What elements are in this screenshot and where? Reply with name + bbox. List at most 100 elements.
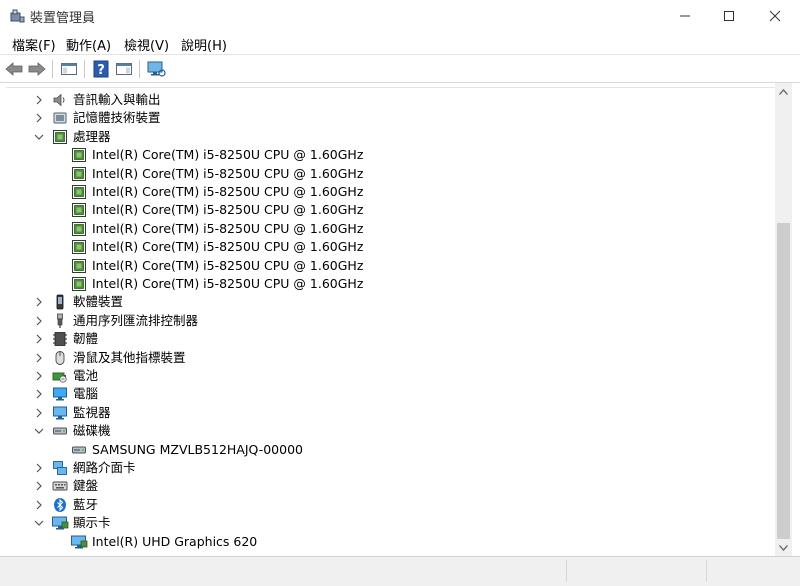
device-category[interactable]: 電腦 bbox=[33, 385, 98, 403]
device-category[interactable]: 韌體 bbox=[33, 330, 98, 348]
device-category[interactable]: 音訊輸入與輸出 bbox=[33, 91, 161, 109]
device-category[interactable]: 記憶體技術裝置 bbox=[33, 109, 161, 127]
device-category[interactable]: 電池 bbox=[33, 367, 98, 385]
action-pane-icon bbox=[116, 63, 132, 75]
scrollbar-thumb[interactable] bbox=[777, 223, 790, 539]
chevron-right-icon bbox=[36, 408, 42, 418]
device-category[interactable]: 磁碟機 bbox=[33, 422, 111, 440]
device-label: Intel(R) Core(TM) i5-8250U CPU @ 1.60GHz bbox=[92, 202, 364, 218]
menu-view[interactable]: 檢視(V) bbox=[120, 34, 173, 55]
processor-icon bbox=[70, 183, 88, 201]
close-button[interactable] bbox=[752, 0, 798, 32]
menu-file[interactable]: 檔案(F) bbox=[8, 34, 60, 55]
device-item[interactable]: Intel(R) Core(TM) i5-8250U CPU @ 1.60GHz bbox=[52, 146, 363, 164]
keyboard-icon bbox=[51, 477, 69, 495]
device-item[interactable]: Intel(R) Core(TM) i5-8250U CPU @ 1.60GHz bbox=[52, 201, 363, 219]
device-item[interactable]: Intel(R) UHD Graphics 620 bbox=[52, 533, 257, 551]
expand-toggle[interactable] bbox=[33, 91, 45, 109]
device-label: Intel(R) Core(TM) i5-8250U CPU @ 1.60GHz bbox=[92, 276, 364, 291]
device-label: 韌體 bbox=[73, 331, 99, 347]
device-item[interactable]: Intel(R) Core(TM) i5-8250U CPU @ 1.60GHz bbox=[52, 165, 363, 183]
device-item[interactable]: SAMSUNG MZVLB512HAJQ-00000 bbox=[52, 441, 303, 459]
processor-icon bbox=[70, 220, 88, 238]
expand-toggle[interactable] bbox=[33, 293, 45, 311]
collapse-toggle[interactable] bbox=[33, 422, 45, 440]
device-item[interactable]: Intel(R) Core(TM) i5-8250U CPU @ 1.60GHz bbox=[52, 275, 363, 293]
expand-toggle[interactable] bbox=[33, 477, 45, 495]
device-label: 滑鼠及其他指標裝置 bbox=[73, 349, 186, 365]
device-label: 通用序列匯流排控制器 bbox=[73, 312, 199, 328]
toolbar-separator bbox=[52, 60, 53, 78]
device-item[interactable]: Intel(R) Core(TM) i5-8250U CPU @ 1.60GHz bbox=[52, 238, 363, 256]
device-label: Intel(R) Core(TM) i5-8250U CPU @ 1.60GHz bbox=[92, 239, 364, 255]
back-button[interactable] bbox=[3, 58, 25, 80]
show-hide-tree-button[interactable] bbox=[58, 58, 80, 80]
device-label: SAMSUNG MZVLB512HAJQ-00000 bbox=[92, 441, 303, 457]
chevron-right-icon bbox=[36, 481, 42, 491]
scan-hardware-button[interactable] bbox=[145, 58, 167, 80]
menu-bar: 檔案(F) 動作(A) 檢視(V) 說明(H) bbox=[0, 32, 800, 54]
help-button[interactable]: ? bbox=[90, 58, 112, 80]
status-segment bbox=[706, 560, 800, 582]
collapse-toggle[interactable] bbox=[33, 514, 45, 532]
forward-button[interactable] bbox=[26, 58, 48, 80]
expand-toggle[interactable] bbox=[33, 312, 45, 330]
device-label: 監視器 bbox=[73, 404, 111, 420]
scroll-down-button[interactable] bbox=[775, 539, 792, 556]
expand-toggle[interactable] bbox=[33, 349, 45, 367]
menu-help[interactable]: 說明(H) bbox=[177, 34, 231, 55]
device-category[interactable]: 鍵盤 bbox=[33, 477, 98, 495]
expand-toggle[interactable] bbox=[33, 404, 45, 422]
device-category[interactable]: 顯示卡 bbox=[33, 514, 111, 532]
monitor-icon bbox=[51, 404, 69, 422]
device-label: 顯示卡 bbox=[73, 515, 111, 531]
device-category[interactable]: 滑鼠及其他指標裝置 bbox=[33, 349, 186, 367]
processor-icon bbox=[70, 146, 88, 164]
scroll-up-button[interactable] bbox=[775, 83, 792, 100]
display-adapter-icon bbox=[70, 533, 88, 551]
minimize-button[interactable] bbox=[662, 0, 708, 32]
device-category[interactable]: 網路介面卡 bbox=[33, 459, 136, 477]
maximize-icon bbox=[724, 11, 734, 21]
expand-toggle[interactable] bbox=[33, 459, 45, 477]
device-label: 記憶體技術裝置 bbox=[73, 110, 161, 126]
device-category[interactable]: 監視器 bbox=[33, 404, 111, 422]
processor-icon bbox=[70, 165, 88, 183]
status-bar bbox=[0, 557, 800, 586]
device-category[interactable]: 軟體裝置 bbox=[33, 293, 123, 311]
chevron-down-icon bbox=[34, 520, 44, 527]
expand-toggle[interactable] bbox=[33, 367, 45, 385]
chevron-down-icon bbox=[34, 428, 44, 435]
action-pane-button[interactable] bbox=[113, 58, 135, 80]
expand-toggle[interactable] bbox=[33, 385, 45, 403]
processor-icon bbox=[70, 275, 88, 293]
device-category[interactable]: 通用序列匯流排控制器 bbox=[33, 312, 198, 330]
svg-text:?: ? bbox=[97, 63, 105, 78]
device-label: 軟體裝置 bbox=[73, 294, 124, 310]
device-item[interactable]: Intel(R) Core(TM) i5-8250U CPU @ 1.60GHz bbox=[52, 183, 363, 201]
menu-action[interactable]: 動作(A) bbox=[62, 34, 115, 55]
collapse-toggle[interactable] bbox=[33, 128, 45, 146]
memory-device-icon bbox=[51, 109, 69, 127]
chevron-right-icon bbox=[36, 113, 42, 123]
expand-toggle[interactable] bbox=[33, 330, 45, 348]
device-category[interactable]: 藍牙 bbox=[33, 496, 98, 514]
vertical-scrollbar[interactable] bbox=[775, 83, 792, 556]
device-item[interactable]: Intel(R) Core(TM) i5-8250U CPU @ 1.60GHz bbox=[52, 220, 363, 238]
device-label: Intel(R) Core(TM) i5-8250U CPU @ 1.60GHz bbox=[92, 257, 364, 273]
device-item[interactable]: Intel(R) Core(TM) i5-8250U CPU @ 1.60GHz bbox=[52, 257, 363, 275]
chevron-right-icon bbox=[36, 353, 42, 363]
device-tree[interactable]: 音訊輸入與輸出 記憶體技術裝置 處理器 Intel(R) Core(TM) i5-82… bbox=[0, 83, 800, 557]
device-category[interactable]: 處理器 bbox=[33, 128, 111, 146]
expand-toggle[interactable] bbox=[33, 496, 45, 514]
title-bar[interactable]: 裝置管理員 bbox=[0, 0, 800, 32]
expand-toggle[interactable] bbox=[33, 109, 45, 127]
chevron-right-icon bbox=[36, 334, 42, 344]
chevron-right-icon bbox=[36, 371, 42, 381]
maximize-button[interactable] bbox=[706, 0, 752, 32]
window-title: 裝置管理員 bbox=[30, 11, 96, 26]
